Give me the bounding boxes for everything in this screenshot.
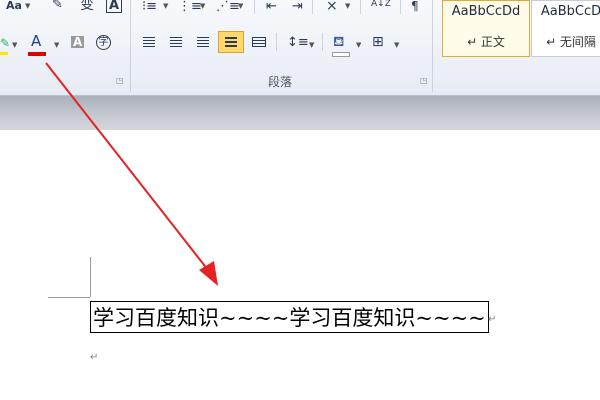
annotation-arrow xyxy=(45,62,218,286)
